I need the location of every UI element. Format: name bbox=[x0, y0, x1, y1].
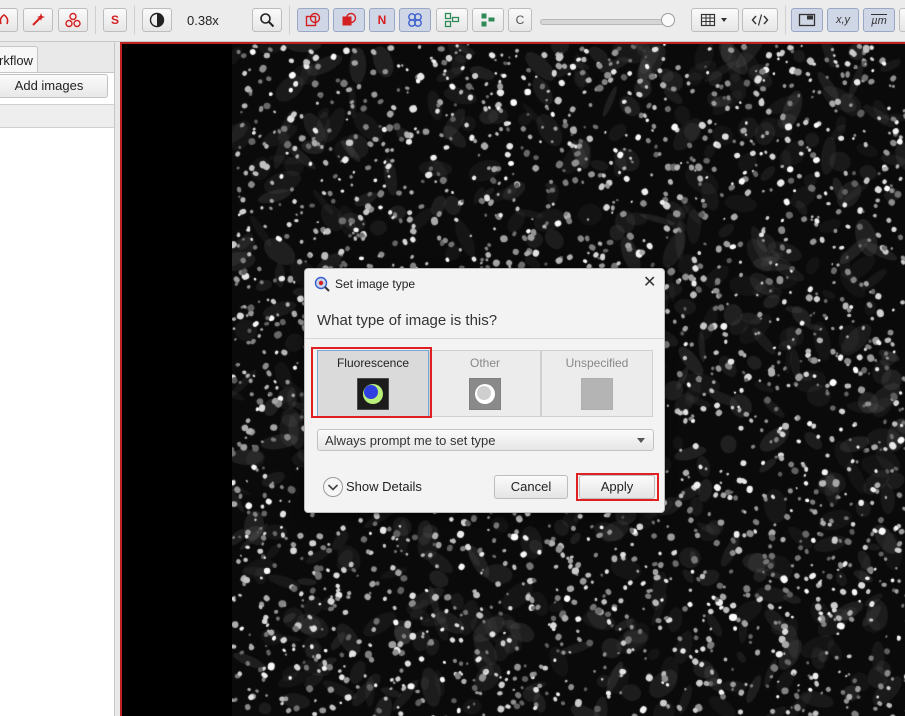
panel-tab-strip: rkflow bbox=[0, 42, 114, 73]
close-icon[interactable]: ✕ bbox=[643, 275, 656, 291]
other-swatch-icon bbox=[469, 378, 501, 410]
selection-mode-button[interactable]: S bbox=[103, 8, 127, 32]
dialog-title: Set image type bbox=[335, 277, 416, 291]
show-detections-button[interactable] bbox=[399, 8, 431, 32]
dialog-divider bbox=[305, 338, 664, 339]
dialog-question: What type of image is this? bbox=[317, 312, 498, 329]
chevron-down-icon bbox=[637, 438, 645, 443]
prompt-type-select[interactable]: Always prompt me to set type bbox=[317, 429, 654, 451]
fill-icon bbox=[342, 12, 357, 26]
show-details-toggle-icon[interactable] bbox=[322, 476, 344, 498]
tiles-icon bbox=[444, 12, 460, 28]
tab-workflow[interactable]: rkflow bbox=[0, 46, 38, 72]
option-other[interactable]: Other bbox=[429, 350, 541, 417]
toolbar-overflow-button[interactable] bbox=[899, 8, 905, 32]
tab-workflow-label: rkflow bbox=[0, 53, 33, 68]
points-icon bbox=[65, 12, 81, 28]
add-images-button[interactable]: Add images bbox=[0, 74, 108, 98]
show-annotations-button[interactable] bbox=[297, 8, 329, 32]
show-connections-button[interactable]: C bbox=[508, 8, 532, 32]
script-icon bbox=[751, 14, 769, 26]
cancel-button[interactable]: Cancel bbox=[494, 475, 568, 499]
contrast-icon bbox=[149, 12, 165, 28]
grid-icon bbox=[481, 13, 495, 27]
fill-annotations-button[interactable] bbox=[333, 8, 365, 32]
opacity-slider-track[interactable] bbox=[540, 19, 674, 25]
zoom-to-fit-button[interactable] bbox=[252, 8, 282, 32]
brightness-contrast-button[interactable] bbox=[142, 8, 172, 32]
unspecified-swatch-icon bbox=[581, 378, 613, 410]
location-button[interactable]: x,y bbox=[827, 8, 859, 32]
brush-tool-button[interactable] bbox=[0, 8, 18, 32]
opacity-slider-thumb[interactable] bbox=[661, 13, 675, 27]
option-other-label: Other bbox=[469, 356, 500, 370]
overlay-icon bbox=[305, 12, 321, 27]
pixel-classifier-icon bbox=[408, 13, 422, 27]
project-list-header bbox=[0, 104, 114, 128]
main-toolbar: S 0.38x N C x,y µm bbox=[0, 0, 905, 42]
brush-icon bbox=[0, 14, 9, 25]
wand-icon bbox=[32, 13, 45, 26]
n-letter-icon: N bbox=[377, 13, 387, 27]
option-fluorescence[interactable]: Fluorescence bbox=[317, 350, 429, 417]
apply-button[interactable]: Apply bbox=[579, 475, 655, 499]
option-fluorescence-label: Fluorescence bbox=[336, 356, 410, 370]
zoom-icon bbox=[260, 13, 275, 28]
coords-icon: x,y bbox=[835, 14, 851, 26]
option-unspecified-label: Unspecified bbox=[565, 356, 629, 370]
table-icon bbox=[700, 13, 727, 27]
script-editor-button[interactable] bbox=[742, 8, 778, 32]
app-logo-icon bbox=[314, 276, 330, 292]
c-letter-icon: C bbox=[515, 13, 525, 27]
wand-tool-button[interactable] bbox=[23, 8, 53, 32]
show-details-label[interactable]: Show Details bbox=[346, 479, 422, 494]
fill-detections-button[interactable] bbox=[472, 8, 504, 32]
option-unspecified[interactable]: Unspecified bbox=[541, 350, 653, 417]
points-tool-button[interactable] bbox=[58, 8, 88, 32]
scalebar-button[interactable]: µm bbox=[863, 8, 895, 32]
show-names-button[interactable]: N bbox=[369, 8, 395, 32]
zoom-level: 0.38x bbox=[187, 13, 219, 28]
prompt-type-select-value: Always prompt me to set type bbox=[325, 433, 496, 448]
measurement-table-button[interactable] bbox=[691, 8, 739, 32]
fluorescence-swatch-icon bbox=[357, 378, 389, 410]
overview-button[interactable] bbox=[791, 8, 823, 32]
tiles-button[interactable] bbox=[436, 8, 468, 32]
left-panel: rkflow Add images bbox=[0, 42, 115, 716]
s-letter-icon: S bbox=[110, 13, 119, 27]
set-image-type-dialog: Set image type ✕ What type of image is t… bbox=[304, 268, 665, 513]
selection-icon bbox=[798, 13, 816, 27]
scalebar-icon: µm bbox=[871, 13, 887, 27]
